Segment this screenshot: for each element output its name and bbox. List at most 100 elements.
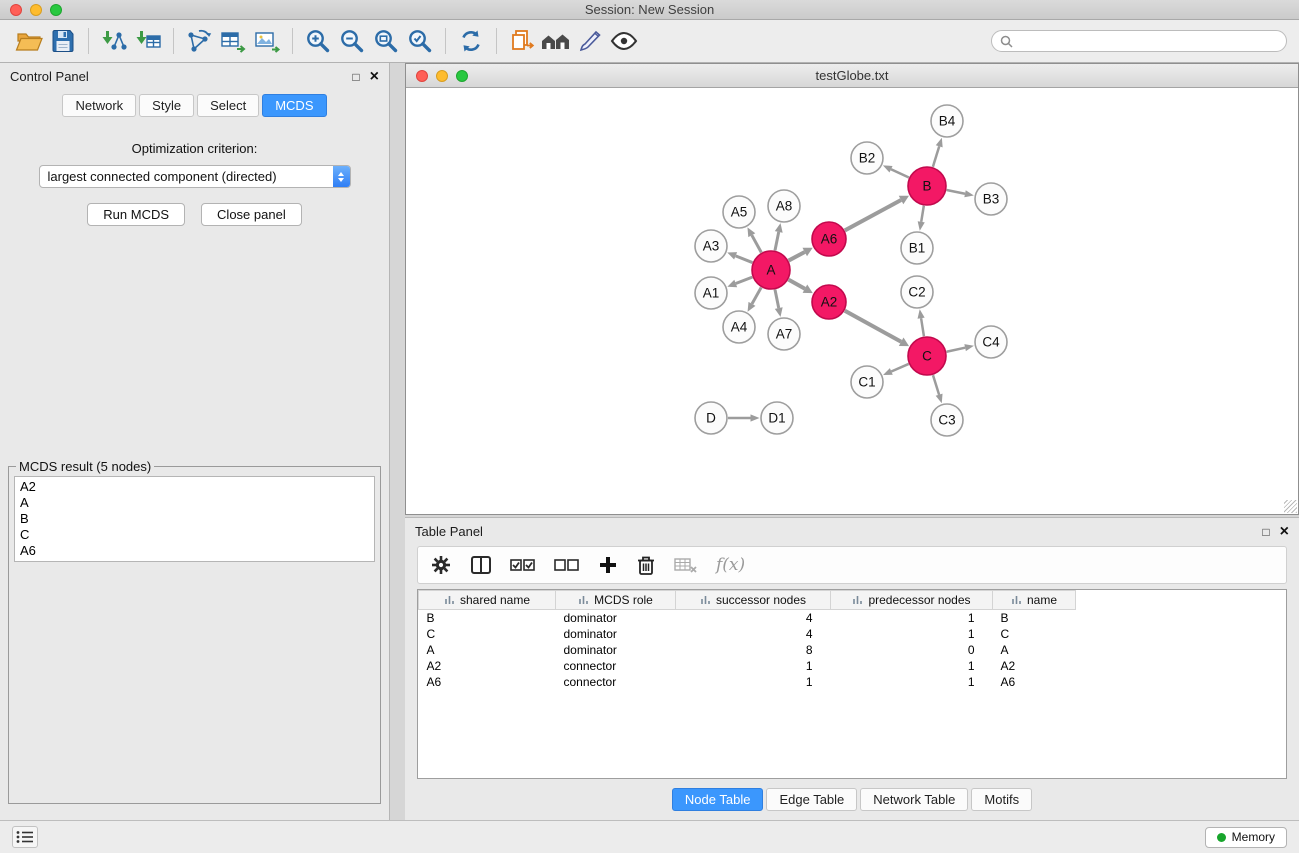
add-column-button[interactable] <box>598 555 618 575</box>
tab-node-table[interactable]: Node Table <box>672 788 764 811</box>
optimization-criterion-select[interactable]: largest connected component (directed) <box>39 165 351 188</box>
resize-handle[interactable] <box>1284 500 1297 513</box>
main-area: Control Panel □ × Network Style Select M… <box>0 63 1299 820</box>
node-table: shared name MCDS role successor nodes pr… <box>418 590 1076 690</box>
export-network-button[interactable] <box>182 24 216 58</box>
search-input[interactable] <box>991 30 1287 52</box>
graph-edge-A-A3[interactable] <box>736 256 753 263</box>
close-panel-icon[interactable]: × <box>370 69 379 85</box>
toggle-visibility-button[interactable] <box>607 24 641 58</box>
home-houses-icon <box>540 29 572 53</box>
style-brush-button[interactable] <box>573 24 607 58</box>
table-settings-button[interactable] <box>430 554 452 576</box>
result-item[interactable]: A6 <box>20 543 369 559</box>
refresh-layout-icon <box>458 28 484 54</box>
mcds-result-list[interactable]: A2 A B C A6 <box>14 476 375 562</box>
graph-edge-C-C1[interactable] <box>891 364 908 372</box>
import-network-button[interactable] <box>97 24 131 58</box>
graph-edge-A-A7[interactable] <box>775 290 779 308</box>
unchecked-boxes-icon <box>554 557 580 573</box>
float-panel-icon[interactable]: □ <box>352 71 359 83</box>
network-graph[interactable]: AA6A2BCA1A3A4A5A7A8B1B2B3B4C1C2C3C4DD1 <box>406 88 1298 514</box>
graph-edge-A-A2[interactable] <box>789 280 805 289</box>
network-minimize-button[interactable] <box>436 70 448 82</box>
zoom-selected-icon <box>407 28 433 54</box>
column-header-mcds-role[interactable]: MCDS role <box>556 591 676 610</box>
result-item[interactable]: A2 <box>20 479 369 495</box>
column-header-successor-nodes[interactable]: successor nodes <box>676 591 831 610</box>
graph-edge-C-C2[interactable] <box>921 318 924 336</box>
graph-edge-A-A6[interactable] <box>789 252 805 261</box>
delete-column-button[interactable] <box>636 554 656 576</box>
network-window-controls <box>406 70 468 82</box>
zoom-window-button[interactable] <box>50 4 62 16</box>
save-floppy-icon <box>50 28 76 54</box>
network-close-button[interactable] <box>416 70 428 82</box>
graph-edge-A6-B[interactable] <box>845 200 901 230</box>
zoom-fit-button[interactable] <box>369 24 403 58</box>
graph-edge-arrowhead <box>964 190 974 197</box>
graph-edge-A-A8[interactable] <box>775 232 779 250</box>
graph-edge-A2-C[interactable] <box>845 311 901 342</box>
plus-icon <box>598 555 618 575</box>
zoom-selected-button[interactable] <box>403 24 437 58</box>
deselect-all-button[interactable] <box>554 557 580 573</box>
table-row[interactable]: Adominator80A <box>419 642 1076 658</box>
tab-motifs[interactable]: Motifs <box>971 788 1032 811</box>
graph-edge-C-C4[interactable] <box>947 348 966 352</box>
task-history-button[interactable] <box>12 826 38 848</box>
zoom-in-button[interactable] <box>301 24 335 58</box>
select-all-button[interactable] <box>510 557 536 573</box>
tab-mcds[interactable]: MCDS <box>262 94 326 117</box>
result-item[interactable]: C <box>20 527 369 543</box>
graph-edge-A-A1[interactable] <box>736 277 753 283</box>
table-row[interactable]: A6connector11A6 <box>419 674 1076 690</box>
table-row[interactable]: Bdominator41B <box>419 610 1076 626</box>
memory-button[interactable]: Memory <box>1205 827 1287 848</box>
tab-network-table[interactable]: Network Table <box>860 788 968 811</box>
save-session-button[interactable] <box>46 24 80 58</box>
graph-edge-C-C3[interactable] <box>933 375 939 395</box>
zoom-out-button[interactable] <box>335 24 369 58</box>
column-header-name[interactable]: name <box>993 591 1076 610</box>
tab-network[interactable]: Network <box>62 94 136 117</box>
network-zoom-button[interactable] <box>456 70 468 82</box>
optimization-criterion-label: Optimization criterion: <box>0 141 389 156</box>
graph-edge-B-B3[interactable] <box>947 190 965 194</box>
graph-edge-B-B2[interactable] <box>891 169 909 177</box>
open-session-button[interactable] <box>12 24 46 58</box>
function-builder-button[interactable]: f(x) <box>716 555 745 575</box>
minimize-window-button[interactable] <box>30 4 42 16</box>
delete-table-button[interactable] <box>674 556 698 574</box>
tab-edge-table[interactable]: Edge Table <box>766 788 857 811</box>
column-header-shared-name[interactable]: shared name <box>419 591 556 610</box>
graph-edge-B-B4[interactable] <box>933 146 939 167</box>
export-table-button[interactable] <box>216 24 250 58</box>
graph-edge-arrowhead <box>751 414 760 421</box>
result-item[interactable]: A <box>20 495 369 511</box>
show-columns-button[interactable] <box>470 554 492 576</box>
column-header-predecessor-nodes[interactable]: predecessor nodes <box>831 591 993 610</box>
graph-node-label-C2: C2 <box>908 285 925 300</box>
close-panel-button[interactable]: Close panel <box>201 203 302 226</box>
graph-edge-A-A5[interactable] <box>752 235 762 252</box>
tab-select[interactable]: Select <box>197 94 259 117</box>
export-image-button[interactable] <box>250 24 284 58</box>
network-canvas[interactable]: AA6A2BCA1A3A4A5A7A8B1B2B3B4C1C2C3C4DD1 <box>406 88 1298 514</box>
tab-style[interactable]: Style <box>139 94 194 117</box>
result-item[interactable]: B <box>20 511 369 527</box>
table-row[interactable]: Cdominator41C <box>419 626 1076 642</box>
home-button[interactable] <box>539 24 573 58</box>
document-transfer-button[interactable] <box>505 24 539 58</box>
graph-edge-arrowhead <box>936 394 943 404</box>
graph-edge-B-B1[interactable] <box>921 206 924 222</box>
close-table-panel-icon[interactable]: × <box>1280 524 1289 540</box>
mcds-result-group: MCDS result (5 nodes) A2 A B C A6 <box>8 459 381 804</box>
import-table-button[interactable] <box>131 24 165 58</box>
apply-layout-button[interactable] <box>454 24 488 58</box>
graph-edge-A-A4[interactable] <box>752 287 761 303</box>
float-table-panel-icon[interactable]: □ <box>1262 526 1269 538</box>
run-mcds-button[interactable]: Run MCDS <box>87 203 185 226</box>
close-window-button[interactable] <box>10 4 22 16</box>
table-row[interactable]: A2connector11A2 <box>419 658 1076 674</box>
